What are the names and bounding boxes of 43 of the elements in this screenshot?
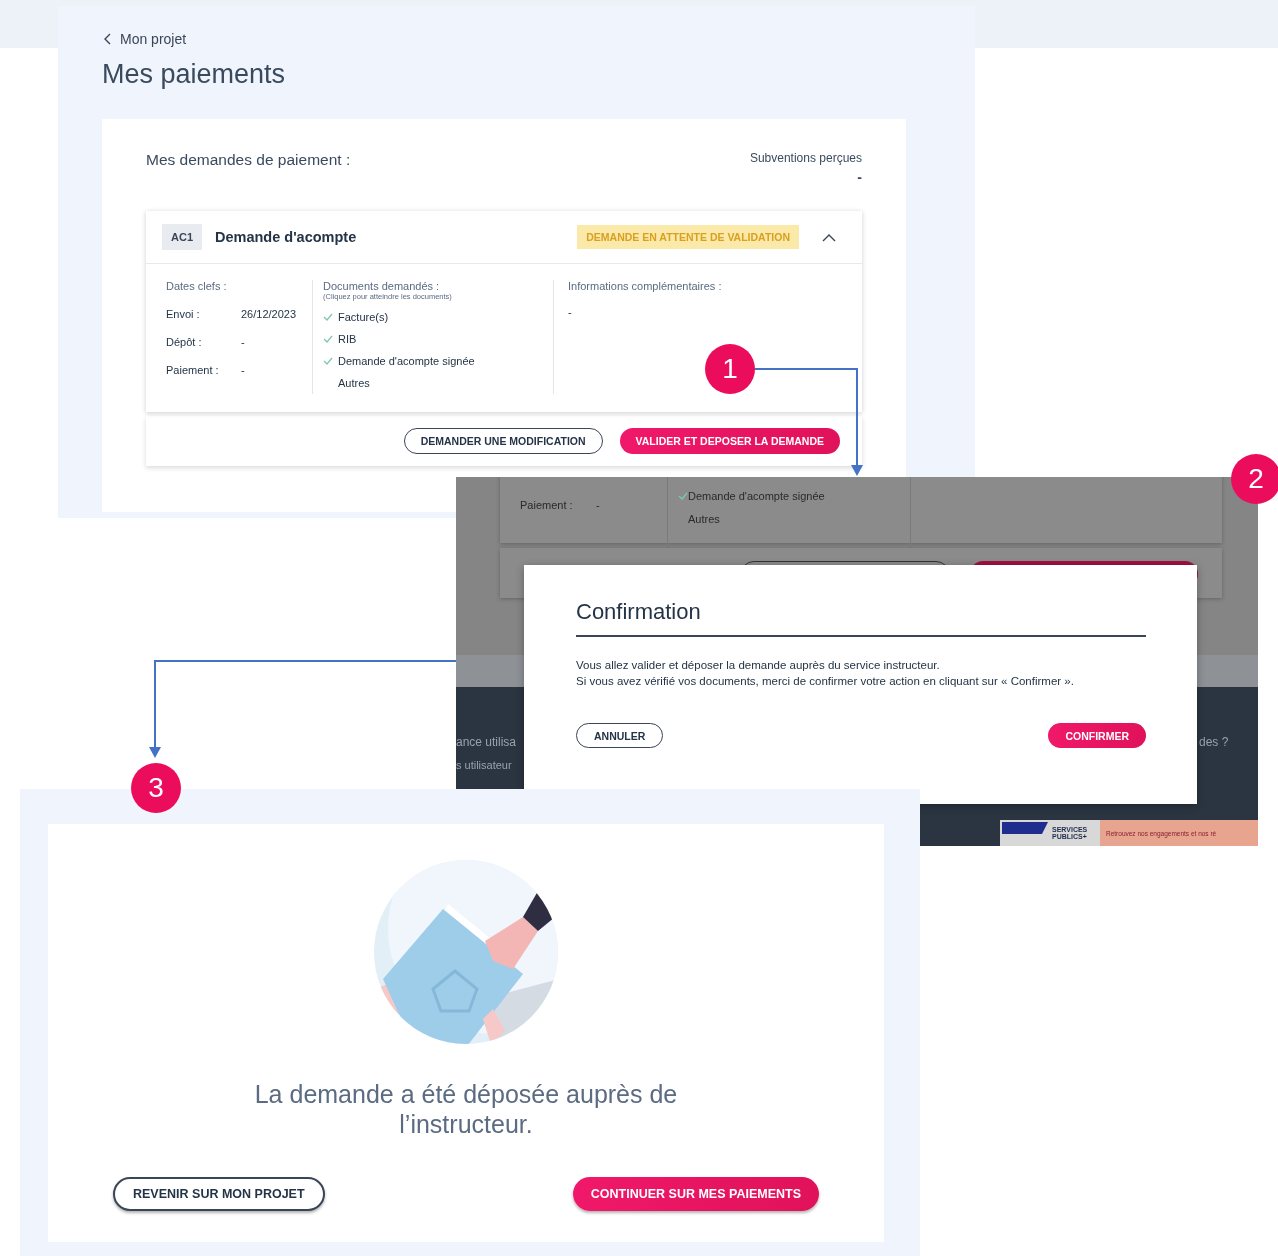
date-label: Dépôt : xyxy=(166,336,203,348)
back-button[interactable]: REVENIR SUR MON PROJET xyxy=(113,1177,325,1211)
date-label: Envoi : xyxy=(166,308,201,320)
dates-heading: Dates clefs : xyxy=(166,280,228,292)
page-title: Mes paiements xyxy=(102,59,287,90)
date-value: - xyxy=(241,364,245,376)
step-number: 3 xyxy=(131,763,181,813)
step-number: 2 xyxy=(1231,454,1278,504)
info-heading: Informations complémentaires : xyxy=(568,280,722,292)
back-icon xyxy=(104,33,112,45)
footer-link[interactable]: s utilisateur xyxy=(456,759,512,771)
modify-button[interactable]: DEMANDER UNE MODIFICATION xyxy=(403,428,603,454)
document-link[interactable]: Demande d'acompte signée xyxy=(338,355,475,367)
footer-link[interactable]: ance utilisa xyxy=(456,735,517,749)
success-message: La demande a été déposée auprès de l’instructeur. xyxy=(253,1079,679,1139)
date-label: Paiement : xyxy=(520,499,573,511)
validate-button[interactable]: VALIDER ET DEPOSER LA DEMANDE xyxy=(619,428,840,454)
footer-link[interactable]: des ? xyxy=(1199,735,1229,749)
document-link[interactable]: Demande d'acompte signée xyxy=(688,490,825,502)
document-link[interactable]: RIB xyxy=(338,333,357,345)
dialog-message: Vous allez valider et déposer la demande auprès du service instructeur. xyxy=(576,658,941,673)
dialog-message: Si vous avez vérifié vos documents, merci de confirmer votre action en cliquant sur « Confirmer ». xyxy=(576,673,1075,689)
document-link[interactable]: Facture(s) xyxy=(338,311,389,323)
status-tag: DEMANDE EN ATTENTE DE VALIDATION xyxy=(577,225,799,249)
date-value: - xyxy=(241,336,245,348)
subsidies-value: - xyxy=(857,169,862,185)
flag-icon xyxy=(1002,822,1048,834)
date-value: 26/12/2023 xyxy=(241,308,297,320)
continue-button[interactable]: CONTINUER SUR MES PAIEMENTS xyxy=(572,1177,819,1211)
cancel-button[interactable]: ANNULER xyxy=(576,723,664,748)
subsidies-label: Subventions perçues xyxy=(749,151,862,165)
date-value: - xyxy=(596,499,600,511)
dialog-title: Confirmation xyxy=(576,599,1146,637)
request-code: AC1 xyxy=(162,224,202,250)
back-link[interactable]: Mon projet xyxy=(120,31,187,47)
document-link[interactable]: Autres xyxy=(688,513,720,525)
request-title: Demande d'acompte xyxy=(215,229,358,245)
document-link[interactable]: Autres xyxy=(338,377,370,389)
documents-heading: Documents demandés : xyxy=(323,280,441,292)
date-label: Paiement : xyxy=(166,364,220,376)
info-value: - xyxy=(568,306,573,318)
confirm-button[interactable]: CONFIRMER xyxy=(1048,723,1146,748)
section-title: Mes demandes de paiement : xyxy=(146,151,351,170)
